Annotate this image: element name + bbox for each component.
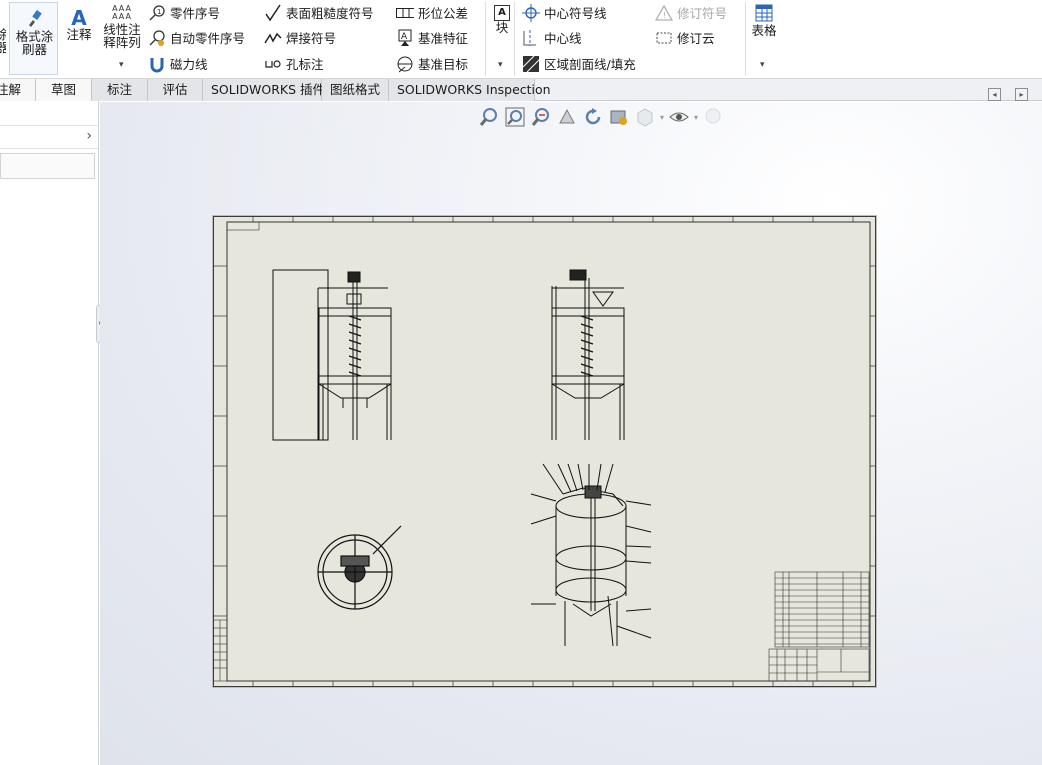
display-style-icon[interactable] [608, 106, 630, 128]
chevron-down-icon[interactable]: ▾ [660, 113, 664, 122]
note-icon: A [71, 6, 87, 30]
linear-pattern-label: 线性注 释阵列 [103, 22, 141, 50]
appearance-icon[interactable] [702, 106, 724, 128]
block-button[interactable]: A 块 [489, 4, 515, 34]
panel-filter-field[interactable] [0, 153, 95, 179]
zoom-to-fit-icon[interactable] [478, 106, 500, 128]
datum-target-icon [396, 55, 414, 73]
revision-cloud-label: 修订云 [677, 31, 715, 46]
drawing-sheet[interactable] [213, 216, 876, 687]
gtol-label: 形位公差 [418, 6, 469, 21]
area-hatch-label: 区域剖面线/填充 [544, 57, 636, 72]
drawing-sheet-graphics [213, 216, 876, 687]
datum-target-button[interactable]: 基准目标 [396, 54, 468, 73]
magnetic-line-button[interactable]: 磁力线 [148, 54, 208, 73]
weld-symbol-label: 焊接符号 [286, 31, 337, 46]
surface-finish-button[interactable]: 表面粗糙度符号 [264, 3, 374, 22]
revision-cloud-button[interactable]: 修订云 [655, 28, 715, 47]
gtol-button[interactable]: 形位公差 [396, 3, 468, 22]
surface-finish-label: 表面粗糙度符号 [286, 6, 374, 21]
clipped-left-label-bottom: 器 [0, 40, 6, 54]
note-label: 注释 [66, 27, 92, 42]
revision-symbol-label: 修订符号 [677, 6, 728, 21]
panel-left-arrow-icon[interactable]: ◂ [988, 88, 1001, 101]
area-hatch-icon [522, 55, 540, 73]
panel-header-row[interactable]: › [0, 125, 98, 149]
graphics-area[interactable]: ▾ ▾ [100, 102, 1042, 765]
centermark-icon [522, 3, 540, 22]
feature-manager-panel: › [0, 101, 99, 765]
tables-label: 表格 [751, 23, 777, 38]
hole-callout-icon [264, 55, 282, 73]
datum-feature-button[interactable]: A 基准特征 [396, 28, 468, 47]
datum-feature-icon: A [396, 29, 414, 47]
revision-cloud-icon [655, 29, 673, 47]
auto-balloon-label: 自动零件序号 [170, 31, 246, 46]
tables-dropdown[interactable]: ▾ [760, 60, 765, 70]
balloon-icon: 1 [148, 4, 166, 22]
auto-balloon-button[interactable]: 自动零件序号 [148, 28, 245, 47]
centermark-label: 中心符号线 [544, 6, 607, 21]
balloon-button[interactable]: 1 零件序号 [148, 3, 220, 22]
ribbon-separator [485, 2, 486, 76]
revision-symbol-button[interactable]: ! 修订符号 [655, 3, 727, 22]
datum-feature-label: 基准特征 [418, 31, 469, 46]
auto-balloon-icon [148, 29, 166, 47]
block-icon: A [494, 5, 510, 21]
svg-text:1: 1 [157, 8, 161, 16]
centerline-button[interactable]: 中心线 [522, 28, 582, 47]
magnet-icon [148, 55, 166, 73]
weld-symbol-button[interactable]: 焊接符号 [264, 28, 336, 47]
linear-pattern-dropdown[interactable]: ▾ [119, 60, 124, 70]
previous-view-icon[interactable] [530, 106, 552, 128]
chevron-down-icon[interactable]: ▾ [694, 113, 698, 122]
svg-text:A: A [401, 32, 408, 42]
hole-callout-button[interactable]: 孔标注 [264, 54, 324, 73]
panel-right-arrow-icon[interactable]: ▸ [1015, 88, 1028, 101]
note-button[interactable]: A 注释 [64, 8, 94, 41]
centerline-icon [522, 29, 540, 47]
area-hatch-button[interactable]: 区域剖面线/填充 [522, 54, 636, 73]
centerline-label: 中心线 [544, 31, 582, 46]
magnetic-line-label: 磁力线 [170, 57, 208, 72]
svg-text:!: ! [663, 11, 666, 20]
table-icon [755, 4, 773, 24]
rotate-icon[interactable] [582, 106, 604, 128]
tab-solidworks-inspection[interactable]: SOLIDWORKS Inspection [389, 79, 551, 101]
tab-sketch[interactable]: 草图 [36, 79, 92, 101]
format-painter-button[interactable]: 格式涂 刷器 [9, 2, 58, 75]
chevron-right-icon[interactable]: › [86, 128, 92, 144]
format-painter-label: 格式涂 刷器 [15, 29, 54, 57]
linear-pattern-icon: AAA AAA [112, 4, 132, 21]
linear-note-pattern-button[interactable]: AAA AAA 线性注 释阵列 [100, 4, 144, 50]
tab-evaluate[interactable]: 评估 [148, 79, 203, 101]
tables-button[interactable]: 表格 [749, 4, 779, 37]
command-tabs: 注解 草图 标注 评估 SOLIDWORKS 插件 图纸格式 SOLIDWORK… [0, 79, 1042, 101]
tab-solidworks-addins[interactable]: SOLIDWORKS 插件 [203, 79, 325, 101]
hide-show-items-icon[interactable] [634, 106, 656, 128]
zoom-to-area-icon[interactable] [504, 106, 526, 128]
centermark-button[interactable]: 中心符号线 [522, 3, 607, 22]
datum-target-label: 基准目标 [418, 57, 469, 72]
block-label: 块 [495, 20, 509, 35]
view-eye-icon[interactable] [668, 106, 690, 128]
balloon-label: 零件序号 [170, 6, 221, 21]
tab-annotation[interactable]: 注解 [0, 79, 36, 101]
ribbon-separator [745, 2, 746, 76]
gtol-icon [396, 4, 414, 22]
hole-callout-label: 孔标注 [286, 57, 324, 72]
tab-dimension[interactable]: 标注 [92, 79, 148, 101]
clipped-left-button[interactable]: 涂 器 [0, 28, 6, 54]
revision-symbol-icon: ! [655, 4, 673, 22]
weld-symbol-icon [264, 29, 282, 47]
command-manager-ribbon: 涂 器 格式涂 刷器 A 注释 AAAAAA 线性注 释阵列 ▾ 1 零件序号 … [0, 0, 1042, 79]
tab-sheet-format[interactable]: 图纸格式 [322, 79, 389, 101]
surface-finish-icon [264, 4, 282, 22]
section-view-icon[interactable] [556, 106, 578, 128]
block-dropdown[interactable]: ▾ [498, 60, 503, 70]
heads-up-view-toolbar: ▾ ▾ [478, 106, 724, 128]
ribbon-separator [514, 2, 515, 76]
